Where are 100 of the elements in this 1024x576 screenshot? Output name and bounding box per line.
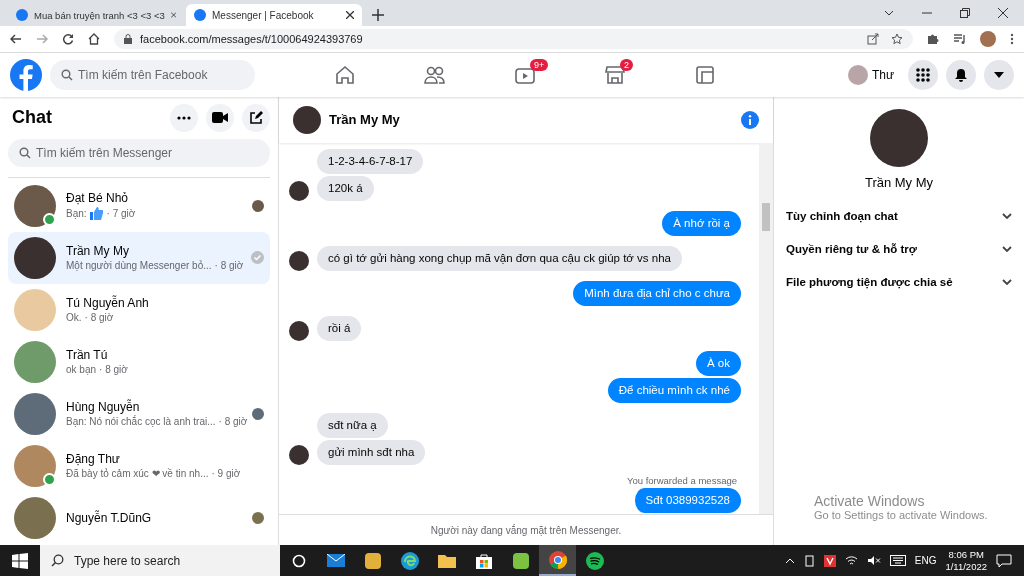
device-icon[interactable] [803,554,815,567]
message-bubble: 120k á [317,175,374,201]
message-time: · 8 giờ [218,416,248,428]
puzzle-icon[interactable] [927,32,939,45]
avatar-photo [870,108,928,167]
conversation-item[interactable]: Tú Nguyễn Anh Ok. · 8 giờ [8,283,270,336]
message-preview: Bạn: Nó nói chắc cọc là anh trai... [66,416,216,428]
wifi-icon[interactable] [844,555,858,566]
people-icon [424,64,446,85]
square-icon [696,65,714,84]
reload-icon[interactable] [62,32,74,45]
circle-icon [291,553,306,568]
share-icon[interactable] [867,32,879,45]
app-v-icon[interactable] [823,554,836,567]
chat-bubble-icon[interactable] [996,553,1012,568]
message-time: · 9 giờ [211,468,241,480]
close-icon[interactable] [998,8,1008,18]
message-bubble: rồi á [317,315,362,341]
speaker-muted-icon[interactable] [866,555,881,566]
message-time: · 8 giờ [84,312,114,324]
music-app-icon [585,551,604,570]
chevron-icon [1002,246,1012,253]
contact-name: Đặng Thư [66,452,121,467]
contact-name: Nguyễn T.DũnG [66,510,153,525]
clock[interactable]: 8:06 PM 1/11/2022 [945,548,987,573]
conversation-item[interactable]: Trần Tú ok bạn · 8 giờ [8,335,270,388]
contact-name: Đạt Bé Nhỏ [66,191,130,206]
folder-icon [437,553,456,568]
new-tab-icon[interactable] [372,9,384,21]
search-field[interactable]: Tìm kiếm trên Messenger [8,138,270,167]
video-icon [515,65,535,84]
star-icon[interactable] [891,32,903,45]
scrollbar[interactable] [759,142,773,514]
language-indicator[interactable]: ENG [914,555,937,566]
notifications-button[interactable] [946,59,976,90]
chevron-icon [1002,213,1012,220]
home-icon[interactable] [88,32,100,45]
bell-icon [954,67,968,82]
message-preview: Một người dùng Messenger bỏ... [66,260,212,272]
sidebar-title: Chat [12,107,52,129]
lock-icon [124,33,132,44]
conversation-title[interactable]: Trần My My [329,112,400,128]
message-bubble: sđt nữa ạ [317,412,388,438]
info-icon[interactable] [741,110,759,129]
video-call-button[interactable] [206,103,234,132]
app-icon [512,552,529,569]
menu-button[interactable] [908,59,938,90]
section-row[interactable]: Tùy chỉnh đoạn chat [786,199,1012,233]
home-icon [335,64,355,85]
chevron-up-icon[interactable] [784,557,795,564]
nav-tab[interactable]: 2 [570,54,660,95]
contact-name: Trần My My [66,244,130,259]
section-row[interactable]: Quyền riêng tư & hỗ trợ [786,232,1012,266]
browser-tab[interactable]: Mua bán truyện tranh <3 <3 <3 [8,4,184,26]
new-message-button[interactable] [242,103,270,132]
options-button[interactable] [170,103,198,132]
forwarded-note: You forwarded a message [626,474,738,486]
notification-badge: 9+ [530,58,549,71]
profile-avatar[interactable] [980,30,996,47]
more-icon[interactable] [1010,32,1014,45]
nav-tab[interactable]: 9+ [480,54,570,95]
conversation-item[interactable]: Đạt Bé Nhỏ Bạn: · 7 giờ [8,179,270,232]
conversation-item[interactable]: Nguyễn T.DũnG [8,491,270,544]
activation-title: Activate Windows [814,493,926,509]
section-row[interactable]: File phương tiện được chia sẻ [786,265,1012,299]
conversation-item[interactable]: Đặng Thư Đã bày tỏ cảm xúc ❤ về tin nh... · 9 giờ [8,439,270,492]
more-icon [177,115,191,120]
close-icon[interactable] [346,11,354,19]
message-bubble: gửi mình sđt nha [317,439,426,465]
compose-icon [249,110,263,125]
search-field[interactable]: Tìm kiếm trên Facebook [50,59,255,90]
playlist-icon[interactable] [953,32,966,45]
shop-icon [605,64,625,85]
keyboard-icon[interactable] [889,555,906,566]
conversation-item[interactable]: Hùng Nguyễn Bạn: Nó nói chắc cọc là anh trai... · 8 giờ [8,387,270,440]
back-arrow-icon[interactable] [10,32,22,45]
address-bar[interactable]: facebook.com/messages/t/100064924393769 [114,28,913,49]
message-bubble: À ok [696,350,741,376]
video-camera-icon [212,112,228,124]
browser-tab[interactable]: Messenger | Facebook [186,4,362,26]
contact-name: Trần My My [864,174,934,190]
notification-badge: 2 [620,58,633,71]
profile-link[interactable]: Thư [847,64,894,85]
conversation-item[interactable]: Trần My My Một người dùng Messenger bỏ... · 8 giờ [8,231,270,284]
facebook-logo-icon[interactable] [10,58,42,91]
search-icon [61,68,73,81]
message-preview: Đã bày tỏ cảm xúc ❤ về tin nh... [66,468,209,480]
windows-logo-icon[interactable] [12,552,28,569]
search-field[interactable]: Type here to search [40,545,280,576]
contact-name: Hùng Nguyễn [66,400,141,415]
restore-icon[interactable] [960,8,970,18]
avatar-photo[interactable] [293,105,321,134]
chevron-icon [1002,279,1012,286]
message-bubble: À nhớ rồi ạ [662,210,741,236]
account-button[interactable] [984,59,1014,90]
contact-name: Tú Nguyễn Anh [66,296,150,311]
app-icon [364,552,381,569]
chevron-down-icon[interactable] [884,10,894,16]
activation-hint: Go to Settings to activate Windows. [814,509,988,521]
envelope-icon [326,554,345,567]
